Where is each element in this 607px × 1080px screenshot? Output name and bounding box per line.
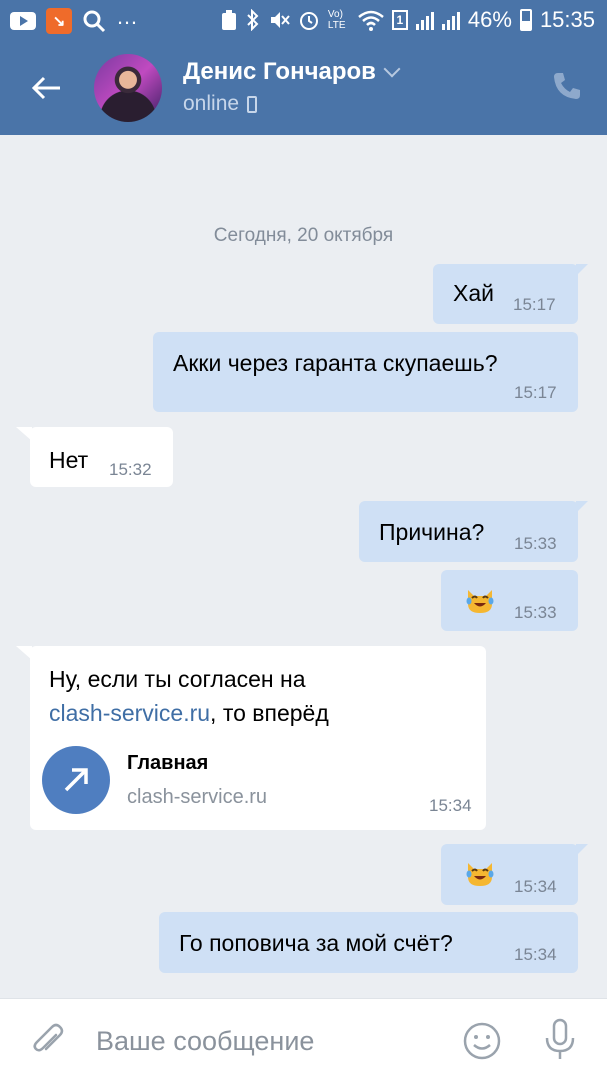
message-bubble-outgoing[interactable]: Причина? 15:33 [359,501,588,562]
message-text: Акки через гаранта скупаешь? [173,350,498,376]
message-bubble-outgoing[interactable]: Акки через гаранта скупаешь? 15:17 [153,332,578,412]
message-text: Причина? [379,519,485,545]
message-text-line1: Ну, если ты согласен на [49,666,306,692]
contact-name-text: Денис Гончаров [183,58,376,85]
phone-call-icon[interactable] [551,70,583,102]
arrow-up-right-icon [64,768,88,792]
message-bubble-outgoing[interactable]: 15:33 [441,570,578,631]
app-notification-icon: ↘ [46,8,72,34]
message-text: Нет [49,447,89,473]
mute-icon [270,12,290,28]
contact-status: online [183,92,258,116]
attachment-title: Главная [127,752,209,774]
message-time: 15:33 [514,534,557,553]
signal-icon-sim2 [441,10,460,30]
message-text: Хай [453,280,494,306]
message-link[interactable]: clash-service.ru [49,700,210,726]
wifi-icon [358,10,384,31]
more-notifications-icon: … [116,4,139,29]
chat-header: Денис Гончаров online [0,40,607,135]
message-time: 15:17 [514,383,557,402]
cat-with-tears-of-joy-emoji [466,863,494,886]
avatar[interactable] [94,54,162,122]
message-bubble-outgoing[interactable]: Хай 15:17 [433,264,588,324]
recycle-icon [221,10,236,30]
battery-percent: 46% [467,7,512,32]
message-time: 15:34 [514,945,557,964]
paperclip-icon[interactable] [28,1021,68,1061]
message-bubble-incoming[interactable]: Нет 15:32 [16,427,173,487]
mobile-device-icon [247,95,258,113]
clock: 15:35 [539,7,595,32]
message-time: 15:17 [513,295,556,314]
message-time: 15:34 [514,877,557,896]
back-arrow-icon[interactable] [28,70,64,106]
volte-icon: Vo) LTE [327,9,346,31]
status-text: online [183,92,240,115]
message-input-bar: Ваше сообщение [0,998,607,1080]
message-bubble-incoming[interactable]: Ну, если ты согласен на clash-service.ru… [16,646,486,830]
attachment-url: clash-service.ru [127,786,268,808]
battery-icon [519,9,532,31]
message-list[interactable]: Сегодня, 20 октября Хай 15:17 Акки через… [0,135,607,998]
message-input[interactable]: Ваше сообщение [96,1026,314,1057]
cat-with-tears-of-joy-emoji [466,590,494,613]
message-time: 15:33 [514,603,557,622]
message-bubble-outgoing[interactable]: 15:34 [441,844,588,905]
microphone-icon[interactable] [540,1018,580,1062]
youtube-icon [10,12,36,30]
message-time: 15:34 [429,796,472,815]
date-separator: Сегодня, 20 октября [213,225,394,246]
message-bubble-outgoing[interactable]: Го поповича за мой счёт? 15:34 [159,912,578,973]
signal-icon-sim1 [415,10,434,30]
message-text: Ну, если ты согласен на clash-service.ru… [49,662,329,730]
contact-name[interactable]: Денис Гончаров [183,58,401,86]
message-text: Го поповича за мой счёт? [179,930,453,956]
emoji-smile-icon[interactable] [462,1021,502,1061]
chevron-down-icon [383,60,401,78]
external-link-circle[interactable] [42,746,110,814]
status-bar: ↘ … Vo) LTE 1 46% 15:35 [0,0,607,40]
alarm-icon [299,12,318,30]
search-icon [83,10,106,33]
message-time: 15:32 [109,460,152,479]
bluetooth-icon [247,9,259,31]
message-text-rest: , то вперёд [210,700,329,726]
sim-indicator: 1 [391,10,408,30]
